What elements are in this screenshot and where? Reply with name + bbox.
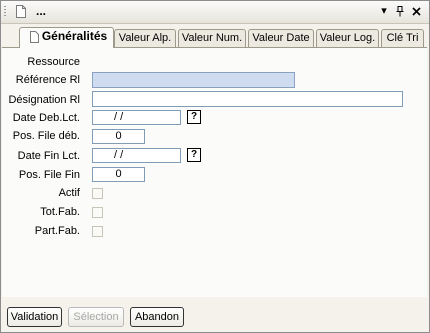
date-fin-label: Date Fin Lct. — [17, 150, 80, 162]
date-deb-field[interactable]: / / — [92, 110, 181, 125]
document-icon — [30, 31, 39, 43]
tab-valeur-log[interactable]: Valeur Log. — [316, 29, 379, 47]
button-bar — [1, 297, 429, 332]
validation-button[interactable]: Validation — [7, 307, 62, 327]
close-icon[interactable] — [412, 7, 421, 16]
title-bar: ... ▾ — [1, 1, 429, 24]
totfab-checkbox[interactable] — [92, 207, 103, 218]
date-fin-help-icon[interactable]: ? — [187, 148, 201, 162]
window-title: ... — [36, 4, 47, 18]
partfab-checkbox[interactable] — [92, 226, 103, 237]
dropdown-arrow-icon[interactable]: ▾ — [377, 4, 391, 19]
tab-strip: Généralités Valeur Alp. Valeur Num. Vale… — [1, 27, 429, 48]
pos-file-deb-field[interactable]: 0 — [92, 129, 145, 144]
reference-field[interactable] — [92, 72, 295, 88]
abandon-button[interactable]: Abandon — [130, 307, 184, 327]
tab-generalites[interactable]: Généralités — [19, 27, 114, 48]
designation-label: Désignation Rl — [8, 94, 80, 106]
pos-file-fin-label: Pos. File Fin — [18, 169, 80, 181]
reference-label: Référence Rl — [15, 74, 80, 86]
tab-valeur-date[interactable]: Valeur Date — [248, 29, 314, 47]
ressource-label: Ressource — [27, 56, 80, 68]
tab-valeur-num[interactable]: Valeur Num. — [178, 29, 246, 47]
dialog-window: ... ▾ Généralités Valeur Alp. Valeur Num… — [0, 0, 430, 333]
actif-label: Actif — [58, 187, 80, 199]
tab-cle-tri[interactable]: Clé Tri — [381, 29, 424, 47]
date-fin-field[interactable]: / / — [92, 148, 181, 163]
partfab-label: Part.Fab. — [34, 225, 80, 237]
drag-grip-icon[interactable] — [4, 6, 6, 18]
selection-button[interactable]: Sélection — [68, 307, 124, 327]
pos-file-deb-label: Pos. File déb. — [12, 130, 80, 142]
tab-valeur-alp[interactable]: Valeur Alp. — [114, 29, 176, 47]
actif-checkbox[interactable] — [92, 188, 103, 199]
totfab-label: Tot.Fab. — [40, 206, 80, 218]
designation-field[interactable] — [92, 91, 403, 107]
date-deb-help-icon[interactable]: ? — [187, 110, 201, 124]
document-icon — [16, 5, 26, 18]
date-deb-label: Date Deb.Lct. — [12, 112, 80, 124]
pos-file-fin-field[interactable]: 0 — [92, 167, 145, 182]
pin-icon[interactable] — [395, 6, 405, 17]
form-panel: Ressource Référence Rl Désignation Rl Da… — [2, 47, 427, 297]
